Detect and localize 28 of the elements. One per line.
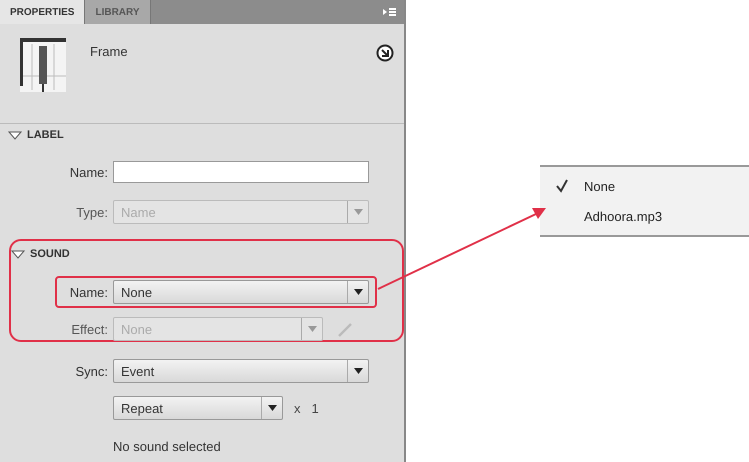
caret-icon (268, 405, 276, 411)
panel-tab[interactable]: PROPERTIES (0, 0, 86, 24)
menu-item[interactable]: Adhoora.mp3 (540, 201, 749, 231)
dropdown[interactable]: None (113, 280, 369, 304)
caret-icon (354, 289, 362, 295)
help-icon[interactable] (376, 44, 394, 62)
field-label: Type: (75, 204, 108, 220)
field-label: Name: (68, 164, 108, 180)
caret-icon (354, 209, 362, 215)
field-label: Sync: (74, 364, 108, 378)
times-sign: x (294, 400, 300, 416)
frame-title: Frame (90, 44, 129, 59)
caret-icon (354, 368, 362, 374)
dropdown[interactable]: Event (113, 359, 369, 383)
field-label: Name: (68, 284, 108, 300)
frame-icon (18, 36, 68, 94)
status-text: No sound selected (113, 438, 221, 454)
section-title: LABEL (27, 129, 64, 141)
menu-item[interactable]: None (540, 171, 749, 201)
section-toggle-icon[interactable] (8, 130, 22, 140)
dropdown[interactable]: Repeat (113, 396, 283, 420)
section-title: SOUND (30, 248, 70, 260)
panel-menu-icon[interactable] (382, 7, 396, 17)
caret-icon (308, 326, 316, 332)
name-input-field[interactable] (113, 161, 369, 183)
section-toggle-icon[interactable] (11, 249, 25, 259)
field-label: Effect: (70, 322, 108, 336)
repeat-count: 1 (312, 400, 319, 416)
